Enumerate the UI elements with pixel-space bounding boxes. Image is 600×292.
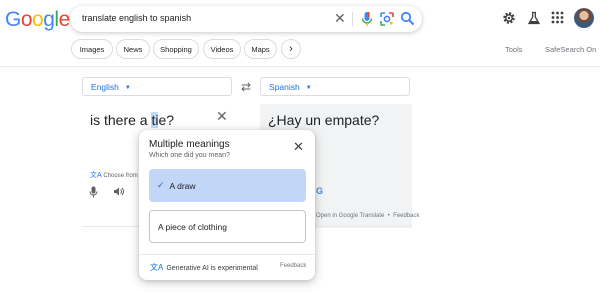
popup-subtitle: Which one did you mean?: [149, 152, 230, 159]
source-text-part: is there a: [90, 112, 152, 128]
swap-languages-icon[interactable]: ⇄: [241, 80, 251, 94]
meaning-option-label: A draw: [169, 180, 196, 191]
translation-output-text: ¿Hay un empate?: [268, 112, 380, 128]
chip-images[interactable]: Images: [71, 39, 113, 59]
ai-note-label: Generative AI is experimental: [166, 265, 258, 272]
clear-source-icon[interactable]: ✕: [216, 108, 228, 125]
source-text-input[interactable]: is there a tie?: [90, 112, 174, 128]
search-box[interactable]: translate english to spanish ✕: [70, 6, 422, 32]
target-language-label: Spanish: [269, 82, 300, 92]
meaning-option-a-draw[interactable]: ✓ A draw: [149, 169, 306, 202]
avatar[interactable]: [574, 8, 594, 28]
source-microphone-icon[interactable]: [89, 186, 98, 201]
ai-experimental-note: 文A Generative AI is experimental: [150, 262, 258, 273]
labs-flask-icon[interactable]: [527, 11, 541, 30]
popup-divider: [139, 254, 315, 255]
chip-videos[interactable]: Videos: [203, 39, 241, 59]
choose-from-label: Choose from: [103, 173, 138, 179]
microphone-icon[interactable]: [360, 11, 374, 32]
multiple-meanings-popup: Multiple meanings Which one did you mean…: [139, 130, 315, 280]
logo-letter: g: [43, 8, 55, 31]
chevron-down-icon: ▼: [305, 85, 312, 91]
logo-letter: o: [20, 8, 33, 31]
popup-title: Multiple meanings: [149, 139, 230, 150]
listen-speaker-icon[interactable]: [113, 186, 124, 200]
search-divider: [352, 12, 353, 26]
lens-camera-icon[interactable]: [379, 11, 395, 32]
header-divider: [0, 66, 600, 67]
chips-next-button[interactable]: ›: [281, 39, 301, 59]
source-language-select[interactable]: English ▼: [82, 77, 232, 96]
apps-grid-icon[interactable]: [551, 11, 564, 29]
chip-maps[interactable]: Maps: [244, 39, 277, 59]
google-logo[interactable]: Google: [5, 8, 70, 32]
chip-shopping[interactable]: Shopping: [153, 39, 199, 59]
source-text-part: e?: [158, 112, 175, 128]
tools-link[interactable]: Tools: [505, 45, 523, 54]
search-input[interactable]: translate english to spanish: [82, 13, 191, 23]
meaning-option-label: A piece of clothing: [158, 221, 227, 232]
close-icon[interactable]: ✕: [293, 140, 304, 154]
logo-letter: e: [58, 8, 71, 31]
choose-from-hint: 文A Choose from: [90, 170, 138, 180]
translate-feedback-link[interactable]: Feedback: [393, 213, 419, 219]
translate-ai-icon: 文A: [90, 172, 102, 179]
open-in-translate: Open in Google Translate • Feedback: [316, 213, 420, 219]
settings-icon[interactable]: [502, 11, 516, 30]
logo-letter: o: [32, 8, 44, 31]
logo-letter: G: [5, 8, 21, 31]
chevron-down-icon: ▼: [124, 85, 131, 91]
target-language-select[interactable]: Spanish ▼: [260, 77, 410, 96]
meaning-option-piece-of-clothing[interactable]: A piece of clothing: [149, 210, 306, 243]
translate-ai-icon: 文A: [150, 263, 164, 272]
popup-feedback-link[interactable]: Feedback: [280, 263, 306, 269]
close-icon[interactable]: ✕: [334, 10, 346, 27]
safesearch-link[interactable]: SafeSearch On: [545, 45, 596, 54]
chip-news[interactable]: News: [116, 39, 150, 59]
open-in-translate-link[interactable]: Open in Google Translate: [316, 213, 384, 219]
check-icon: ✓: [157, 180, 165, 190]
search-icon[interactable]: [400, 11, 415, 31]
source-language-label: English: [91, 82, 119, 92]
google-g-icon: G: [316, 186, 324, 196]
